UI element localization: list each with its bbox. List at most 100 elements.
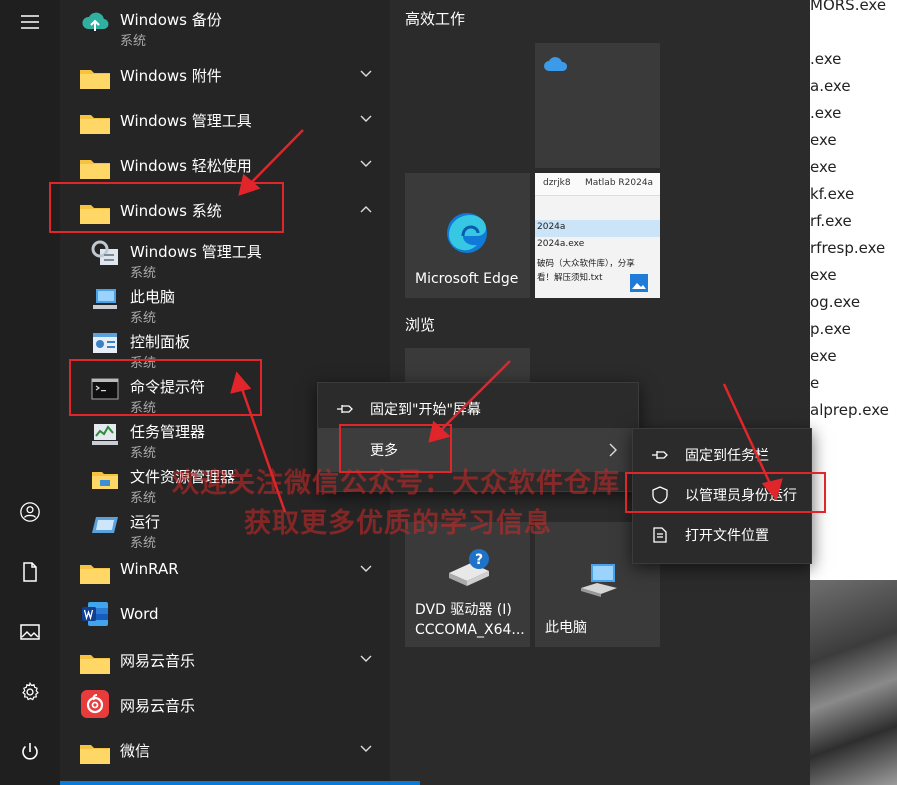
tile-browse[interactable] <box>405 348 530 382</box>
hamburger-icon <box>21 15 39 29</box>
folder-icon <box>80 655 110 674</box>
edge-icon <box>447 213 487 253</box>
folder-icon <box>80 565 110 584</box>
hamburger-menu-button[interactable] <box>0 0 60 44</box>
file-name: a.exe <box>810 77 851 95</box>
user-account-button[interactable] <box>0 490 60 534</box>
gear-icon <box>22 681 39 701</box>
file-name: MORS.exe <box>810 0 887 14</box>
power-icon <box>22 743 38 760</box>
task-manager-icon <box>92 424 118 445</box>
app-windows-backup[interactable]: Windows 备份 系统 <box>60 0 390 49</box>
app-name: 任务管理器 <box>130 423 206 441</box>
folder-winrar[interactable]: WinRAR <box>60 547 390 592</box>
tile-label: DVD 驱动器 (I) <box>415 602 512 618</box>
file-explorer-icon <box>92 472 118 489</box>
highlight-windows-system <box>49 182 284 233</box>
cloud-backup-icon <box>82 12 109 31</box>
tile-onedrive[interactable] <box>535 43 660 168</box>
app-name: 此电脑 <box>130 288 176 306</box>
folder-icon <box>80 70 110 89</box>
file-name: exe <box>810 131 837 149</box>
file-name: exe <box>810 158 837 176</box>
app-this-pc[interactable]: 此电脑 系统 <box>60 277 390 326</box>
app-name: 运行 <box>130 513 161 531</box>
documents-button[interactable] <box>0 550 60 594</box>
app-netease-music[interactable]: 网易云音乐 <box>60 682 390 727</box>
chevron-down-icon <box>360 565 372 572</box>
tile-label: 此电脑 <box>545 620 587 636</box>
folder-icon <box>80 160 110 179</box>
onedrive-icon <box>544 57 568 71</box>
chevron-down-icon <box>360 160 372 167</box>
file-name: og.exe <box>810 293 861 311</box>
control-panel-icon <box>93 333 117 353</box>
folder-windows-ease-of-access[interactable]: Windows 轻松使用 <box>60 142 390 187</box>
file-name: .exe <box>810 104 842 122</box>
preview-file: 看！解压须知.txt <box>537 273 603 283</box>
preview-file: 破码（大众软件库），分享 <box>537 259 635 269</box>
app-category: 系统 <box>120 34 147 49</box>
app-windows-admin-tools[interactable]: Windows 管理工具 系统 <box>60 232 390 281</box>
highlight-command-prompt <box>69 359 262 416</box>
app-name: Word <box>120 605 159 623</box>
tile-explorer-preview[interactable]: dzrjk8 Matlab R2024a 2024a 2024a.exe 破码（… <box>535 173 660 298</box>
run-icon <box>92 517 118 533</box>
tile-dvd-drive[interactable]: ? DVD 驱动器 (I) CCCOMA_X64... <box>405 522 530 647</box>
file-name: kf.exe <box>810 185 855 203</box>
group-title-productivity: 高效工作 <box>405 10 466 28</box>
app-name: 网易云音乐 <box>120 697 196 715</box>
taskbar-accent-strip <box>60 781 420 785</box>
folder-icon <box>80 115 110 134</box>
folder-name: Windows 管理工具 <box>120 112 252 130</box>
pictures-button[interactable] <box>0 610 60 654</box>
word-icon <box>82 602 108 626</box>
tile-microsoft-edge[interactable]: Microsoft Edge <box>405 173 530 298</box>
folder-windows-admin-tools[interactable]: Windows 管理工具 <box>60 97 390 142</box>
photos-icon <box>630 274 648 292</box>
app-name: Windows 管理工具 <box>130 243 262 261</box>
file-name: exe <box>810 347 837 365</box>
tile-label: CCCOMA_X64... <box>415 622 525 638</box>
pin-icon <box>337 405 353 413</box>
menu-item-label: 固定到"开始"屏幕 <box>370 402 481 418</box>
start-rail <box>0 0 60 785</box>
folder-name: 网易云音乐 <box>120 652 196 670</box>
folder-location-icon <box>653 527 667 543</box>
watermark-line1: 欢迎关注微信公众号：大众软件仓库 <box>172 468 620 499</box>
settings-button[interactable] <box>0 670 60 714</box>
file-name: e <box>810 374 820 392</box>
computer-icon <box>581 564 617 597</box>
chevron-down-icon <box>360 745 372 752</box>
breadcrumb-part: Matlab R2024a <box>585 178 654 188</box>
chevron-down-icon <box>360 70 372 77</box>
folder-wechat[interactable]: 微信 <box>60 727 390 772</box>
pin-icon <box>652 451 668 459</box>
chevron-up-icon <box>360 206 372 213</box>
menu-item-open-file-location[interactable]: 打开文件位置 <box>633 513 811 557</box>
folder-name: Windows 轻松使用 <box>120 157 252 175</box>
chevron-right-icon <box>609 443 617 457</box>
power-button[interactable] <box>0 730 60 774</box>
computer-icon <box>93 289 117 309</box>
document-icon <box>23 562 37 582</box>
watermark-line2: 获取更多优质的学习信息 <box>244 508 552 539</box>
breadcrumb-part: dzrjk8 <box>543 178 571 188</box>
folder-icon <box>80 745 110 764</box>
chevron-down-icon <box>360 655 372 662</box>
menu-item-label: 打开文件位置 <box>685 528 769 544</box>
user-icon <box>20 502 40 522</box>
app-name: 控制面板 <box>130 333 191 351</box>
netease-music-icon <box>81 690 109 718</box>
app-word[interactable]: Word <box>60 592 390 637</box>
preview-file: 2024a <box>537 222 566 232</box>
tile-label: Microsoft Edge <box>415 271 519 287</box>
menu-item-pin-to-taskbar[interactable]: 固定到任务栏 <box>633 433 811 477</box>
folder-name: Windows 附件 <box>120 67 222 85</box>
folder-windows-accessories[interactable]: Windows 附件 <box>60 52 390 97</box>
menu-item-label: 固定到任务栏 <box>685 448 769 464</box>
folder-netease-music[interactable]: 网易云音乐 <box>60 637 390 682</box>
file-name: p.exe <box>810 320 851 338</box>
chevron-down-icon <box>360 115 372 122</box>
file-name: rfresp.exe <box>810 239 886 257</box>
